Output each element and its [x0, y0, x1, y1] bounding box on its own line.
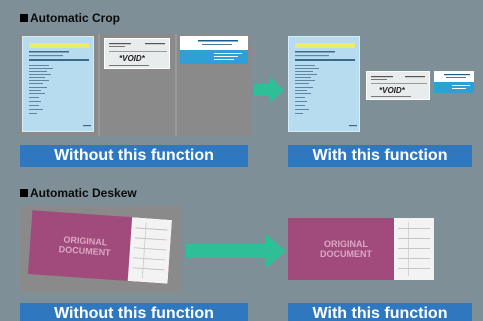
bullet-square-icon — [20, 14, 28, 22]
business-card-graphic — [434, 74, 474, 93]
pink-doc-text: ORIGINAL DOCUMENT — [49, 234, 120, 259]
form-document-graphic — [295, 43, 357, 127]
cropped-form-document — [288, 36, 360, 132]
skewed-original-document: ORIGINAL DOCUMENT — [27, 210, 173, 284]
deskew-with-label: With this function — [288, 303, 472, 321]
pink-doc-line: ORIGINAL — [324, 239, 368, 249]
check-void-text: *VOID* — [119, 54, 145, 63]
right-arrow-icon — [254, 77, 284, 103]
stub-lines-graphic — [132, 222, 168, 279]
check-void-text: *VOID* — [379, 86, 405, 95]
stub-lines-graphic — [398, 222, 430, 276]
deskewed-original-document: ORIGINAL DOCUMENT — [288, 218, 434, 280]
crop-with-label: With this function — [288, 145, 472, 167]
bullet-square-icon — [20, 189, 28, 197]
business-card-graphic — [180, 40, 248, 64]
document-stub — [127, 217, 173, 284]
cropped-check-document: *VOID* — [366, 71, 430, 100]
cropped-business-card — [434, 71, 474, 93]
deskew-section-title: Automatic Deskew — [20, 186, 137, 200]
pink-doc-line: DOCUMENT — [320, 249, 372, 259]
form-document — [22, 36, 94, 132]
deskew-before-scan-area: ORIGINAL DOCUMENT — [20, 206, 182, 292]
document-stub — [394, 218, 434, 280]
deskew-without-label: Without this function — [20, 303, 248, 321]
business-card — [180, 36, 248, 64]
crop-before-scan-area: *VOID* — [20, 34, 252, 136]
form-document-graphic — [29, 43, 91, 127]
bed-divider — [175, 34, 177, 136]
pink-doc-text: ORIGINAL DOCUMENT — [308, 239, 384, 259]
check-document: *VOID* — [104, 38, 170, 69]
crop-title-text: Automatic Crop — [30, 11, 120, 25]
crop-section-title: Automatic Crop — [20, 11, 120, 25]
crop-without-label: Without this function — [20, 145, 248, 167]
bed-divider — [98, 34, 100, 136]
deskew-title-text: Automatic Deskew — [30, 186, 137, 200]
right-arrow-icon — [186, 234, 286, 268]
